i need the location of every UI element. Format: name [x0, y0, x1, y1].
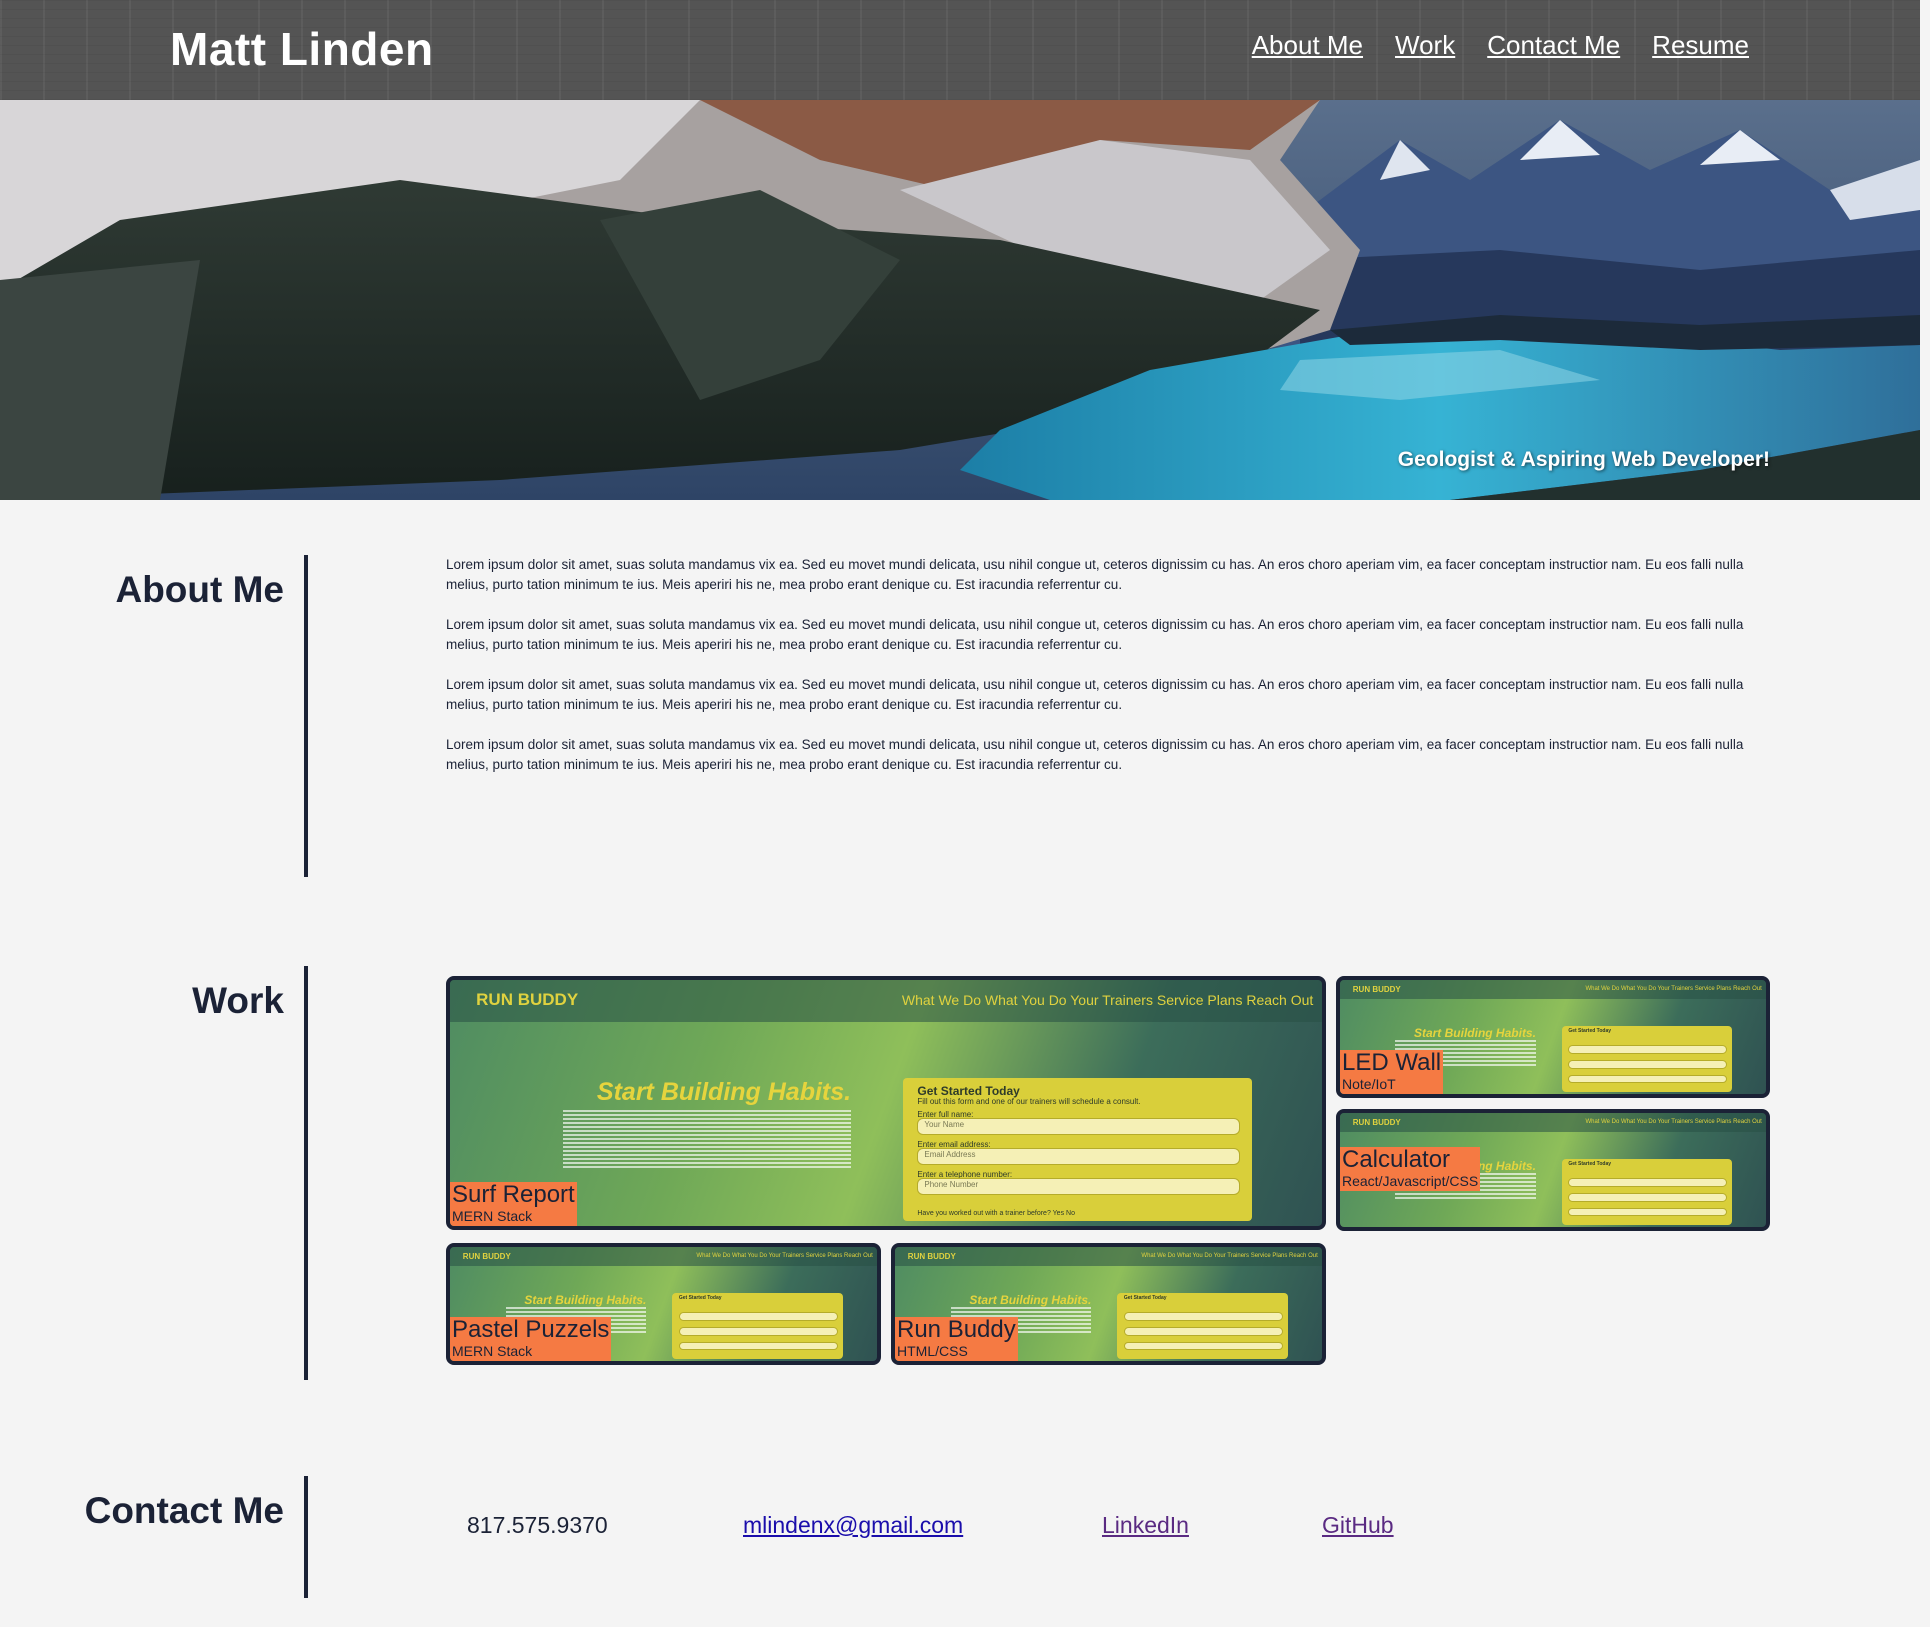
thumbnail-form-question: Have you worked out with a trainer befor…: [917, 1209, 1075, 1217]
work-section-title: Work: [192, 980, 284, 1021]
hero-tagline: Geologist & Aspiring Web Developer!: [1397, 448, 1770, 471]
about-paragraph: Lorem ipsum dolor sit amet, suas soluta …: [446, 677, 1744, 712]
project-tech-stack: HTML/CSS: [897, 1343, 968, 1359]
thumbnail-menu: What We Do What You Do Your Trainers Ser…: [696, 1252, 873, 1259]
nav-link-contact-me[interactable]: Contact Me: [1487, 30, 1620, 61]
site-logo-name[interactable]: Matt Linden: [170, 22, 434, 76]
thumbnail-form-field: [917, 1118, 1241, 1135]
thumbnail-form: Get Started Today: [1561, 1158, 1732, 1225]
thumbnail-form-field: [1568, 1045, 1728, 1055]
project-label: Calculator React/Javascript/CSS: [1340, 1146, 1481, 1191]
thumbnail-form-field: [1123, 1326, 1283, 1336]
project-label: Surf Report MERN Stack: [450, 1182, 577, 1226]
thumbnail-brand: RUN BUDDY: [462, 1251, 511, 1261]
project-card-pastel-puzzels[interactable]: RUN BUDDY What We Do What You Do Your Tr…: [446, 1243, 881, 1365]
thumbnail-form-title: Get Started Today: [1568, 1161, 1612, 1168]
thumbnail-form-placeholder: Phone Number: [924, 1180, 979, 1190]
project-card-run-buddy[interactable]: RUN BUDDY What We Do What You Do Your Tr…: [891, 1243, 1326, 1365]
thumbnail-form-field: [1568, 1207, 1728, 1217]
thumbnail-form-field: [678, 1341, 838, 1351]
thumbnail-headline: Start Building Habits.: [969, 1292, 1092, 1307]
thumbnail-form-title: Get Started Today: [1123, 1295, 1167, 1302]
thumbnail-menu: What We Do What You Do Your Trainers Ser…: [1585, 1118, 1762, 1125]
project-tech-stack: MERN Stack: [452, 1208, 533, 1224]
contact-linkedin-link[interactable]: LinkedIn: [1102, 1512, 1189, 1539]
project-title: Pastel Puzzels: [452, 1316, 610, 1343]
contact-phone: 817.575.9370: [467, 1512, 608, 1538]
contact-github-link[interactable]: GitHub: [1322, 1512, 1394, 1539]
nav-link-about-me[interactable]: About Me: [1252, 30, 1363, 61]
project-title: Calculator: [1342, 1146, 1451, 1173]
about-paragraph: Lorem ipsum dolor sit amet, suas soluta …: [446, 617, 1744, 652]
thumbnail-menu: What We Do What You Do Your Trainers Ser…: [901, 992, 1314, 1009]
hero-mountain-lake-image: [0, 100, 1920, 500]
thumbnail-form-title: Get Started Today: [678, 1295, 722, 1302]
thumbnail-form-field: [678, 1312, 838, 1322]
project-label: LED Wall Note/IoT: [1340, 1049, 1444, 1094]
thumbnail-form-field: [1568, 1178, 1728, 1188]
thumbnail-menu: What We Do What You Do Your Trainers Ser…: [1141, 1252, 1318, 1259]
thumbnail-headline: Start Building Habits.: [524, 1292, 647, 1307]
thumbnail-menu: What We Do What You Do Your Trainers Ser…: [1585, 985, 1762, 992]
about-divider-line: [304, 555, 308, 877]
thumbnail-form-title: Get Started Today: [1568, 1028, 1612, 1035]
thumbnail-form-field: [1568, 1192, 1728, 1202]
project-card-calculator[interactable]: RUN BUDDY What We Do What You Do Your Tr…: [1336, 1109, 1770, 1231]
project-title: Run Buddy: [897, 1316, 1016, 1343]
about-paragraph: Lorem ipsum dolor sit amet, suas soluta …: [446, 737, 1744, 772]
thumbnail-brand: RUN BUDDY: [1352, 984, 1401, 994]
thumbnail-form-placeholder: Email Address: [924, 1150, 976, 1160]
project-card-surf-report[interactable]: RUN BUDDY What We Do What You Do Your Tr…: [446, 976, 1326, 1230]
project-tech-stack: MERN Stack: [452, 1343, 533, 1359]
thumbnail-form-placeholder: Your Name: [924, 1120, 965, 1130]
hero-banner: Geologist & Aspiring Web Developer!: [0, 100, 1920, 500]
thumbnail-form-field: [1123, 1312, 1283, 1322]
thumbnail-brand: RUN BUDDY: [907, 1251, 956, 1261]
thumbnail-form-field: [1568, 1074, 1728, 1084]
main-nav: About Me Work Contact Me Resume: [1252, 30, 1749, 61]
thumbnail-form: Get Started Today: [672, 1292, 843, 1359]
thumbnail-form-field: [678, 1326, 838, 1336]
thumbnail-blurb: [563, 1110, 852, 1170]
work-divider-line: [304, 966, 308, 1380]
contact-section-title: Contact Me: [84, 1490, 284, 1531]
thumbnail-form: Get Started Today: [1117, 1292, 1288, 1359]
project-card-led-wall[interactable]: RUN BUDDY What We Do What You Do Your Tr…: [1336, 976, 1770, 1098]
thumbnail-headline: Start Building Habits.: [596, 1078, 852, 1107]
thumbnail-form-field: [1568, 1059, 1728, 1069]
project-tech-stack: Note/IoT: [1342, 1076, 1396, 1092]
nav-link-resume[interactable]: Resume: [1652, 30, 1749, 61]
thumbnail-form-subtitle: Fill out this form and one of our traine…: [917, 1096, 1141, 1106]
contact-email-link[interactable]: mlindenx@gmail.com: [743, 1512, 963, 1539]
thumbnail-form: Get Started Today: [1561, 1025, 1732, 1092]
thumbnail-form-field: [1123, 1341, 1283, 1351]
thumbnail-brand: RUN BUDDY: [476, 989, 579, 1009]
about-paragraph: Lorem ipsum dolor sit amet, suas soluta …: [446, 557, 1744, 592]
nav-link-work[interactable]: Work: [1395, 30, 1455, 61]
about-text-block: Lorem ipsum dolor sit amet, suas soluta …: [446, 555, 1762, 795]
thumbnail-headline: Start Building Habits.: [1413, 1025, 1536, 1040]
thumbnail-form: Get Started Today Fill out this form and…: [903, 1078, 1253, 1222]
contact-divider-line: [304, 1476, 308, 1598]
site-header: Matt Linden About Me Work Contact Me Res…: [0, 0, 1920, 100]
about-section-title: About Me: [115, 569, 284, 610]
thumbnail-brand: RUN BUDDY: [1352, 1117, 1401, 1127]
project-label: Run Buddy HTML/CSS: [895, 1317, 1018, 1361]
project-title: LED Wall: [1342, 1049, 1442, 1076]
project-tech-stack: React/Javascript/CSS: [1342, 1173, 1479, 1189]
project-label: Pastel Puzzels MERN Stack: [450, 1316, 612, 1361]
project-title: Surf Report: [452, 1181, 575, 1208]
